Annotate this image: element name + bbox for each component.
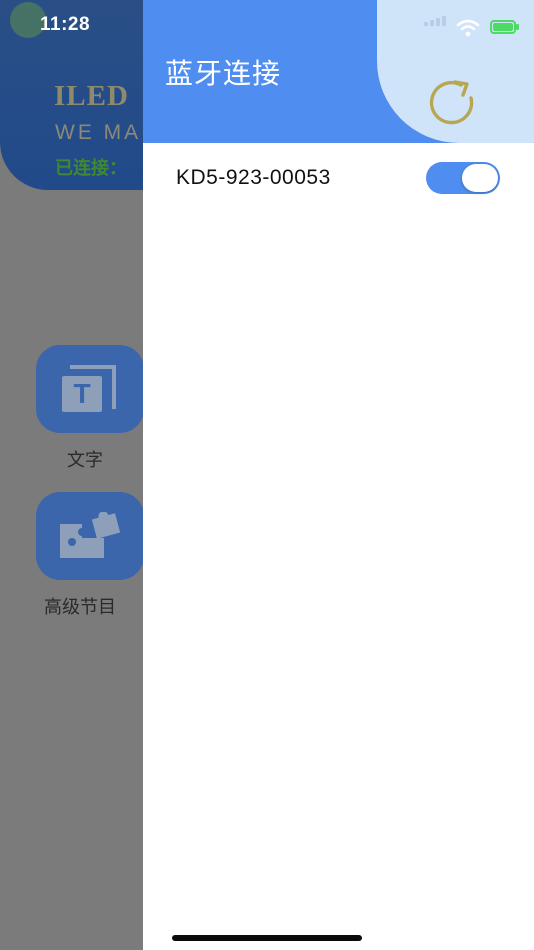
connection-status: 已连接：	[55, 158, 127, 179]
wifi-icon	[456, 19, 480, 37]
battery-icon	[490, 20, 516, 34]
refresh-icon[interactable]	[427, 78, 479, 126]
bluetooth-drawer: 蓝牙连接 KD5-923-00053	[143, 0, 534, 950]
device-name: KD5-923-00053	[176, 166, 331, 189]
app-slogan: WE MA	[55, 121, 142, 144]
device-row[interactable]: KD5-923-00053	[143, 150, 534, 206]
text-function-label: 文字	[67, 450, 103, 471]
toggle-knob	[462, 164, 498, 192]
drawer-title: 蓝牙连接	[165, 57, 282, 90]
puzzle-icon	[60, 512, 121, 558]
advanced-program-label: 高级节目	[44, 597, 116, 618]
drawer-header: 蓝牙连接	[143, 0, 534, 143]
home-indicator[interactable]	[172, 935, 362, 941]
device-connection-toggle[interactable]	[426, 162, 500, 194]
status-bar-icons	[410, 14, 519, 40]
app-logo: ILED	[54, 80, 129, 112]
status-bar-time: 11:28	[40, 14, 91, 35]
